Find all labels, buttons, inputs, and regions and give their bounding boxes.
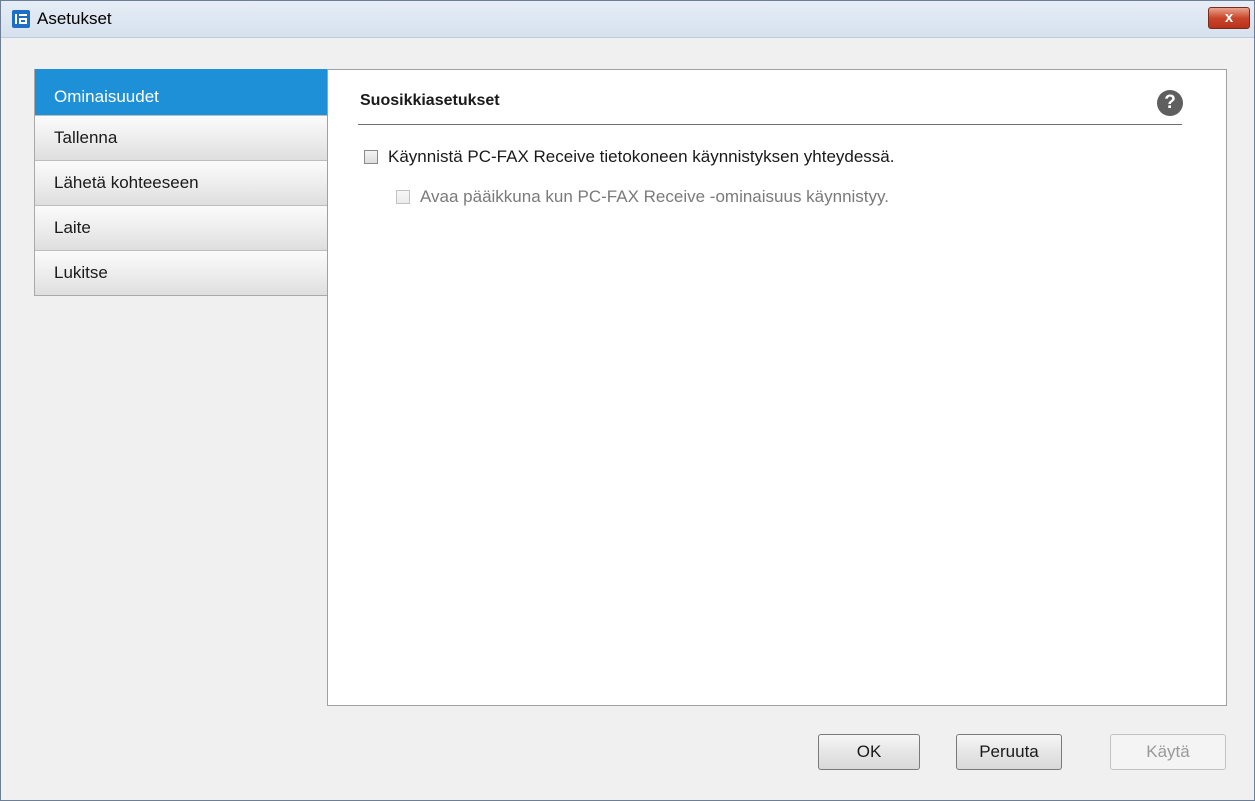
sidebar-item-label: Tallenna bbox=[54, 128, 118, 147]
cancel-button[interactable]: Peruuta bbox=[956, 734, 1062, 770]
close-button[interactable]: x bbox=[1208, 7, 1250, 29]
ok-button[interactable]: OK bbox=[818, 734, 920, 770]
title-bar[interactable]: Asetukset x bbox=[1, 1, 1254, 38]
settings-window: Asetukset x Ominaisuudet Tallenna Lähetä… bbox=[0, 0, 1255, 801]
apply-button: Käytä bbox=[1110, 734, 1226, 770]
start-with-computer-label: Käynnistä PC-FAX Receive tietokoneen käy… bbox=[388, 147, 895, 166]
sidebar-item-tallenna[interactable]: Tallenna bbox=[35, 115, 327, 160]
sidebar-item-ominaisuudet[interactable]: Ominaisuudet bbox=[35, 69, 327, 115]
sidebar-item-label: Lähetä kohteeseen bbox=[54, 173, 199, 192]
section-divider bbox=[358, 124, 1182, 125]
settings-panel: Suosikkiasetukset ? Käynnistä PC-FAX Rec… bbox=[327, 69, 1227, 706]
sidebar-item-laheta-kohteeseen[interactable]: Lähetä kohteeseen bbox=[35, 160, 327, 205]
window-title: Asetukset bbox=[37, 9, 112, 28]
open-main-window-checkbox bbox=[396, 190, 410, 204]
sidebar-item-lukitse[interactable]: Lukitse bbox=[35, 250, 327, 295]
sidebar-item-label: Ominaisuudet bbox=[54, 87, 159, 106]
close-icon: x bbox=[1224, 9, 1234, 26]
help-icon[interactable]: ? bbox=[1157, 90, 1183, 116]
sidebar-item-label: Laite bbox=[54, 218, 91, 237]
open-main-window-label: Avaa pääikkuna kun PC-FAX Receive -omina… bbox=[420, 187, 889, 206]
section-title: Suosikkiasetukset bbox=[360, 92, 500, 109]
sidebar-item-label: Lukitse bbox=[54, 263, 108, 282]
sidebar-item-laite[interactable]: Laite bbox=[35, 205, 327, 250]
sidebar-nav: Ominaisuudet Tallenna Lähetä kohteeseen … bbox=[34, 69, 328, 296]
start-with-computer-checkbox[interactable] bbox=[364, 150, 378, 164]
app-window-icon bbox=[12, 10, 30, 28]
